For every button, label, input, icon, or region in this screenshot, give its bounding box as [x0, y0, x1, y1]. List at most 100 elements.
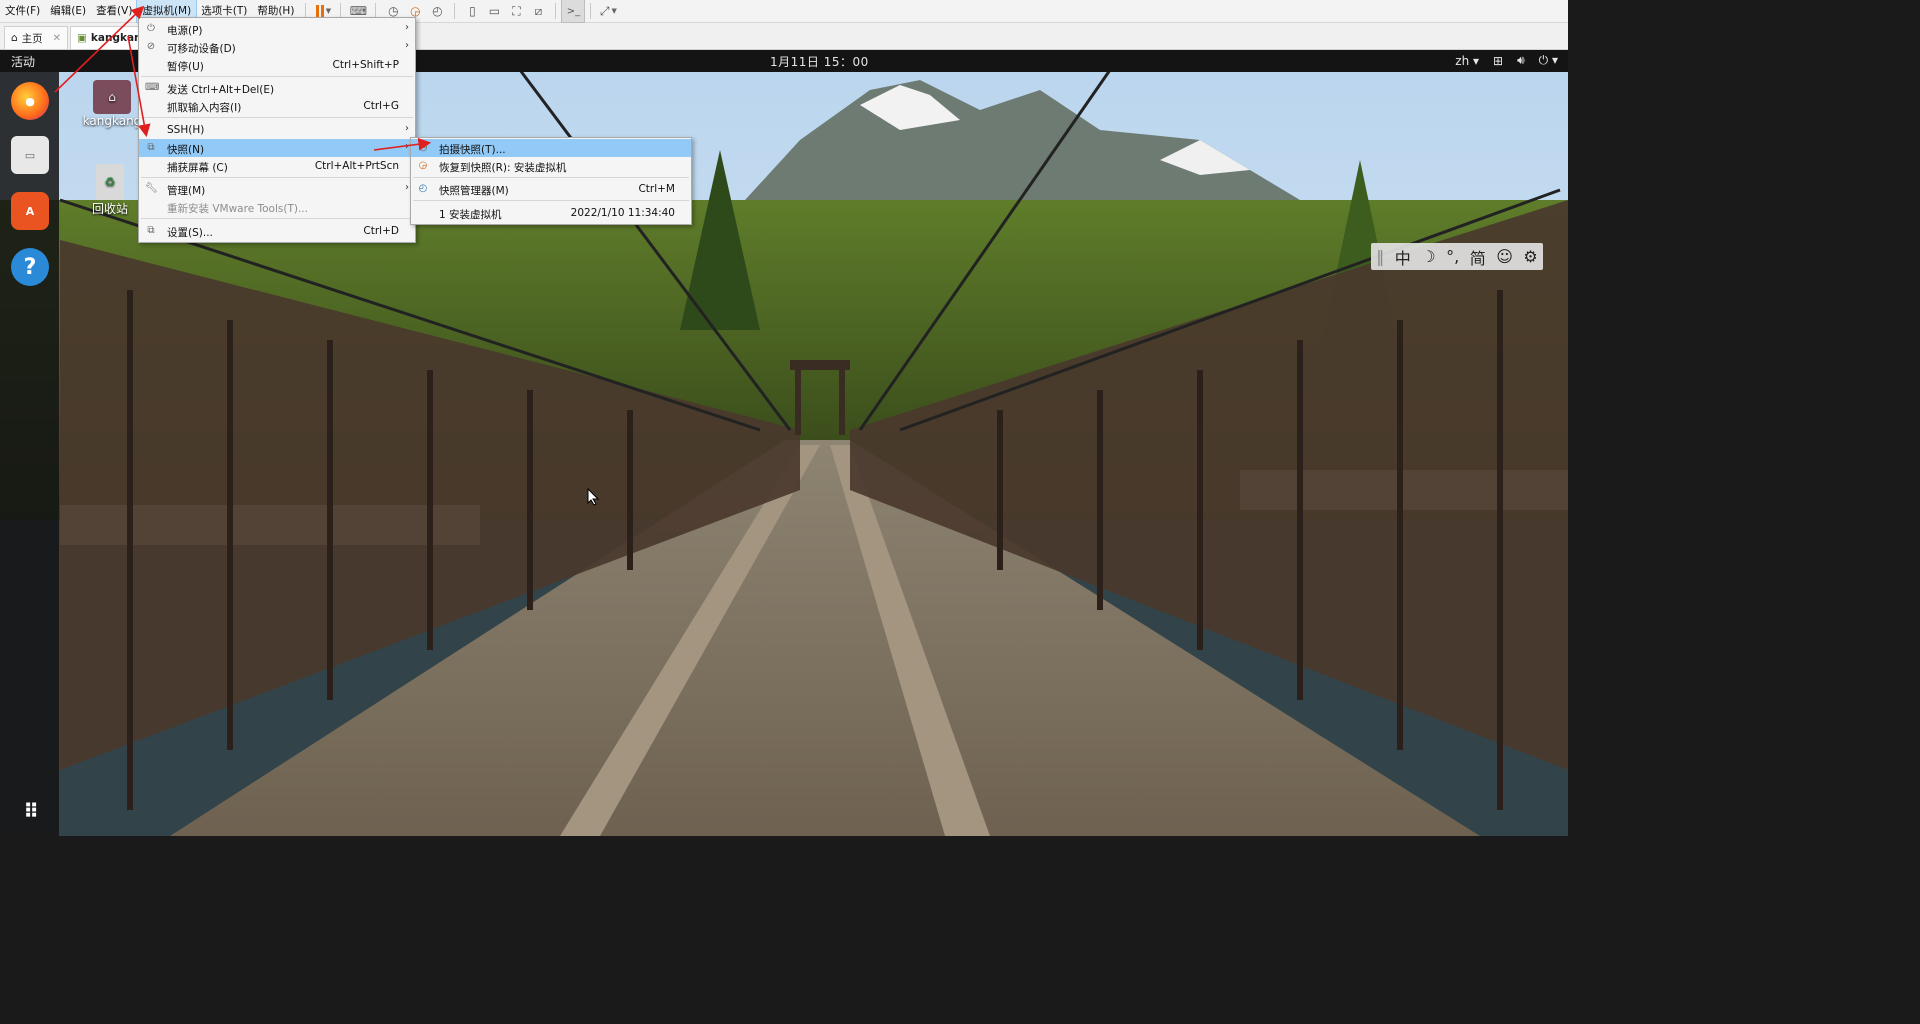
- menu-item-shortcut: Ctrl+G: [363, 100, 399, 112]
- revert-clock-icon: ◶: [410, 4, 421, 18]
- chevron-down-icon: ▼: [611, 7, 617, 15]
- menu-item-manage[interactable]: 🔧︎ 管理(M) ›: [139, 180, 415, 198]
- toolbar-separator: [555, 3, 557, 19]
- clock-icon: ◷: [388, 4, 399, 18]
- files-icon[interactable]: ▭: [11, 136, 49, 174]
- network-icon[interactable]: ⊞: [1493, 54, 1503, 68]
- menu-separator: [141, 117, 413, 118]
- language-indicator[interactable]: zh ▾: [1455, 54, 1479, 68]
- menu-item-label: 快照管理器(M): [439, 185, 509, 197]
- ime-simplified[interactable]: 简: [1470, 245, 1486, 269]
- menu-item-label: 拍摄快照(T)...: [439, 144, 506, 156]
- menu-separator: [413, 200, 689, 201]
- menu-item-shortcut: Ctrl+D: [363, 225, 399, 237]
- settings-icon: ⧉: [147, 225, 155, 236]
- menu-item-revert-snapshot[interactable]: ◶ 恢复到快照(R): 安装虚拟机: [411, 157, 691, 175]
- take-snapshot-icon: ◷: [418, 142, 428, 153]
- power-icon: ⏻: [147, 23, 155, 34]
- menu-item-label: 捕获屏幕 (C): [167, 162, 228, 174]
- menu-item-take-snapshot[interactable]: ◷ 拍摄快照(T)...: [411, 139, 691, 157]
- menu-item-shortcut: Ctrl+M: [638, 183, 675, 195]
- menu-item-snapshot-entry[interactable]: 1 安装虚拟机 2022/1/10 11:34:40: [411, 204, 691, 222]
- system-tray: zh ▾ ⊞ 🔊︎ ⏻ ▾: [1455, 53, 1558, 68]
- thumbnail-bar-button[interactable]: ▭: [483, 0, 505, 22]
- menu-item-snapshot[interactable]: ⧉ 快照(N) ›: [139, 139, 415, 157]
- menu-item-removable-devices[interactable]: ⊘ 可移动设备(D) ›: [139, 38, 415, 56]
- toolbar-separator: [590, 3, 592, 19]
- firefox-icon[interactable]: ●: [11, 82, 49, 120]
- menu-separator: [141, 177, 413, 178]
- volume-icon[interactable]: 🔊︎: [1517, 53, 1525, 68]
- menu-item-label: 恢复到快照(R): 安装虚拟机: [439, 162, 567, 174]
- menu-item-settings[interactable]: ⧉ 设置(S)... Ctrl+D: [139, 222, 415, 240]
- ime-handle[interactable]: ‖: [1376, 247, 1384, 266]
- menu-item-pause[interactable]: 暂停(U) Ctrl+Shift+P: [139, 56, 415, 74]
- menu-item-label: 1 安装虚拟机: [439, 209, 502, 221]
- menu-separator: [141, 76, 413, 77]
- menu-separator: [141, 218, 413, 219]
- moon-icon[interactable]: ☽: [1421, 247, 1435, 266]
- menu-item-label: 暂停(U): [167, 61, 204, 73]
- menu-view[interactable]: 查看(V): [91, 0, 137, 22]
- menu-item-label: 重新安装 VMware Tools(T)...: [167, 203, 308, 215]
- toolbar-separator: [454, 3, 456, 19]
- keyboard-icon: ⌨: [349, 4, 368, 18]
- show-library-button[interactable]: ▯: [461, 0, 483, 22]
- menu-item-send-ctrl-alt-del[interactable]: ⌨ 发送 Ctrl+Alt+Del(E): [139, 79, 415, 97]
- help-icon[interactable]: ?: [11, 248, 49, 286]
- stretch-icon: ⤢: [599, 3, 610, 18]
- menu-item-label: 管理(M): [167, 185, 206, 197]
- activities-button[interactable]: 活动: [11, 53, 35, 70]
- menu-item-ssh[interactable]: SSH(H) ›: [139, 121, 415, 139]
- tab-home[interactable]: ⌂ 主页 ✕: [4, 26, 69, 49]
- snapshot-timestamp: 2022/1/10 11:34:40: [570, 207, 675, 219]
- pause-icon: [315, 5, 324, 17]
- mouse-cursor-icon: [587, 488, 599, 506]
- unity-button[interactable]: ⧄: [527, 0, 549, 22]
- menu-edit[interactable]: 编辑(E): [45, 0, 91, 22]
- menu-file[interactable]: 文件(F): [0, 0, 45, 22]
- ime-mode-chinese[interactable]: 中: [1395, 245, 1411, 269]
- emoji-icon[interactable]: ☺: [1496, 247, 1513, 266]
- chevron-right-icon: ›: [405, 22, 409, 33]
- language-label: zh: [1455, 53, 1470, 68]
- removable-device-icon: ⊘: [146, 41, 156, 52]
- desktop-icon-label: kangkang: [82, 114, 142, 128]
- revert-snapshot-icon: ◶: [418, 160, 428, 171]
- keyboard-icon: ⌨: [145, 82, 160, 93]
- desktop-trash[interactable]: ♻ 回收站: [84, 164, 136, 217]
- stretch-button[interactable]: ⤢ ▼: [597, 0, 619, 22]
- chevron-down-icon: ▼: [325, 7, 332, 15]
- console-view-button[interactable]: >_: [561, 0, 586, 23]
- software-center-icon[interactable]: A: [11, 192, 49, 230]
- terminal-icon: >_: [566, 5, 581, 17]
- power-icon[interactable]: ⏻ ▾: [1539, 53, 1558, 68]
- fullscreen-icon: ⛶: [512, 3, 521, 18]
- menu-item-label: 电源(P): [167, 25, 203, 37]
- menu-item-capture-screen[interactable]: 捕获屏幕 (C) Ctrl+Alt+PrtScn: [139, 157, 415, 175]
- menu-item-label: 可移动设备(D): [167, 43, 236, 55]
- menu-item-grab-input[interactable]: 抓取输入内容(I) Ctrl+G: [139, 97, 415, 115]
- menu-item-shortcut: Ctrl+Alt+PrtScn: [314, 160, 399, 172]
- menu-item-label: 快照(N): [167, 144, 205, 156]
- vm-dropdown-menu: ⏻ 电源(P) › ⊘ 可移动设备(D) › 暂停(U) Ctrl+Shift+…: [138, 17, 416, 243]
- app-grid-icon[interactable]: ⠿: [11, 792, 49, 830]
- menu-item-reinstall-vmware-tools: 重新安装 VMware Tools(T)...: [139, 198, 415, 216]
- desktop-home-folder[interactable]: ⌂ kangkang: [82, 80, 142, 128]
- snapshot-manager-button[interactable]: ◴: [426, 0, 448, 22]
- bottom-panel-icon: ▭: [488, 4, 501, 18]
- clock[interactable]: 1月11日 15：00: [770, 53, 869, 70]
- fullscreen-button[interactable]: ⛶: [505, 0, 527, 22]
- ubuntu-dock: ● ▭ A ? ⠿: [0, 72, 59, 836]
- trash-icon: ♻: [96, 164, 124, 200]
- menu-item-power[interactable]: ⏻ 电源(P) ›: [139, 20, 415, 38]
- menu-item-label: 设置(S)...: [167, 227, 213, 239]
- wrench-icon: 🔧︎: [145, 183, 158, 194]
- menu-item-snapshot-manager[interactable]: ◴ 快照管理器(M) Ctrl+M: [411, 180, 691, 198]
- tab-label: 主页: [21, 32, 43, 45]
- gear-icon[interactable]: ⚙: [1523, 247, 1537, 266]
- punctuation-icon[interactable]: °,: [1446, 247, 1459, 266]
- close-icon[interactable]: ✕: [53, 33, 61, 44]
- desktop-icon-label: 回收站: [91, 202, 128, 216]
- menu-item-label: 抓取输入内容(I): [167, 102, 242, 114]
